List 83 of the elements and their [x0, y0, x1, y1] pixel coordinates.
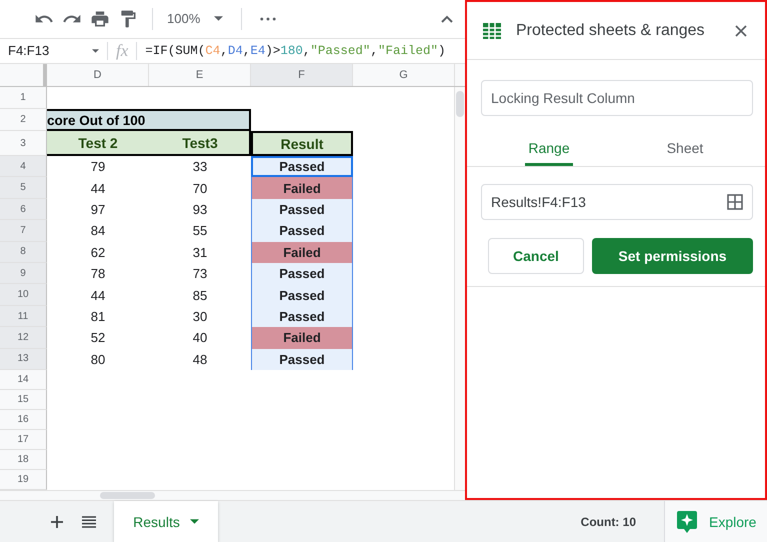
table-cell-text: 55 — [192, 222, 208, 240]
result-cell[interactable]: Passed — [251, 198, 353, 220]
column-header[interactable]: D — [47, 64, 149, 86]
row-header[interactable]: 6 — [0, 198, 47, 220]
table-cell-text: 70 — [192, 180, 208, 198]
description-field[interactable]: Locking Result Column — [481, 80, 753, 116]
print-icon[interactable] — [90, 8, 110, 29]
table-cell-text: 73 — [192, 265, 208, 284]
result-cell[interactable]: Passed — [251, 348, 353, 370]
row-header[interactable]: 10 — [0, 284, 47, 306]
row-header[interactable]: 18 — [0, 450, 47, 470]
column-heading: Test 2 — [77, 134, 119, 153]
result-cell[interactable]: Failed — [251, 327, 353, 349]
table-cell-text: 52 — [90, 329, 106, 348]
row-header[interactable]: 4 — [0, 156, 47, 178]
table-cell-text: 85 — [192, 286, 208, 305]
explore-button[interactable]: Explore — [664, 501, 767, 542]
result-cell[interactable]: Failed — [251, 242, 353, 264]
scrollbar-thumb[interactable] — [456, 91, 464, 118]
row-header[interactable]: 19 — [0, 470, 47, 490]
table-cell-text: 81 — [90, 308, 106, 326]
panel-tab[interactable]: Sheet — [617, 132, 753, 166]
cancel-button[interactable]: Cancel — [488, 238, 584, 274]
grid-icon[interactable] — [727, 194, 743, 210]
table-cell-text: 33 — [192, 158, 208, 176]
more-icon[interactable] — [260, 16, 276, 21]
fx-label: fx — [116, 40, 128, 61]
result-cell[interactable]: Passed — [251, 284, 353, 306]
set-permissions-button[interactable]: Set permissions — [592, 238, 753, 274]
menu-icon[interactable] — [82, 516, 96, 528]
table-cell-text: 31 — [192, 244, 208, 262]
row-header[interactable]: 16 — [0, 410, 47, 430]
caret-icon — [190, 519, 199, 524]
caret-icon[interactable] — [92, 48, 99, 53]
zoom-select[interactable]: 100% — [167, 11, 228, 26]
row-header[interactable]: 3 — [0, 131, 47, 156]
table-cell-text: 93 — [192, 201, 208, 220]
row-header[interactable]: 17 — [0, 430, 47, 450]
sparkle-icon — [677, 510, 697, 532]
table-cell-text: 30 — [192, 308, 208, 326]
close-icon[interactable] — [735, 24, 747, 36]
row-header[interactable]: 2 — [0, 109, 47, 132]
table-cell-text: 44 — [90, 286, 106, 305]
row-header[interactable]: 14 — [0, 370, 47, 390]
table-cell: core Out of 100 — [47, 109, 251, 132]
table-cell-text: 84 — [90, 222, 106, 240]
row-header[interactable]: 11 — [0, 306, 47, 328]
column-heading: Test3 — [181, 134, 219, 153]
column-heading: Result — [251, 131, 353, 156]
add-sheet-icon[interactable] — [51, 516, 63, 528]
table-cell-text: 62 — [90, 244, 106, 262]
row-header[interactable]: 7 — [0, 220, 47, 242]
count-label[interactable]: Count: 10 — [580, 514, 636, 528]
result-cell[interactable]: Passed — [251, 156, 353, 178]
column-header[interactable]: F — [251, 64, 353, 86]
table-cell-text: 78 — [90, 265, 106, 284]
row-header[interactable]: 1 — [0, 87, 47, 110]
results-tab[interactable]: Results — [114, 501, 218, 542]
table-cell-text: 40 — [192, 329, 208, 348]
row-header[interactable]: 5 — [0, 177, 47, 199]
table-cell-text: 79 — [90, 158, 106, 176]
collapse-icon[interactable] — [441, 14, 453, 23]
range-field[interactable]: Results!F4:F13 — [481, 184, 753, 220]
scrollbar-thumb[interactable] — [100, 492, 155, 499]
row-header[interactable]: 13 — [0, 348, 47, 370]
sheets-icon — [482, 20, 502, 40]
table-cell-text: 48 — [192, 350, 208, 369]
row-header[interactable]: 9 — [0, 263, 47, 284]
row-header[interactable]: 8 — [0, 242, 47, 264]
table-cell-text: 44 — [90, 180, 106, 198]
row-header[interactable]: 15 — [0, 390, 47, 410]
column-header[interactable]: G — [353, 64, 455, 86]
name-box[interactable]: F4:F13 — [0, 43, 88, 58]
caret-icon — [214, 16, 224, 22]
panel-title: Protected sheets & ranges — [516, 22, 706, 40]
formula-field[interactable]: =IF(SUM(C4,D4,E4)>180,"Passed","Failed") — [145, 44, 446, 58]
table-cell-text: 97 — [90, 201, 106, 220]
row-header[interactable]: 12 — [0, 327, 47, 349]
result-cell[interactable]: Failed — [251, 177, 353, 199]
table-cell-text: 80 — [90, 350, 106, 369]
result-cell[interactable]: Passed — [251, 306, 353, 328]
result-cell[interactable]: Passed — [251, 263, 353, 284]
result-cell[interactable]: Passed — [251, 220, 353, 242]
